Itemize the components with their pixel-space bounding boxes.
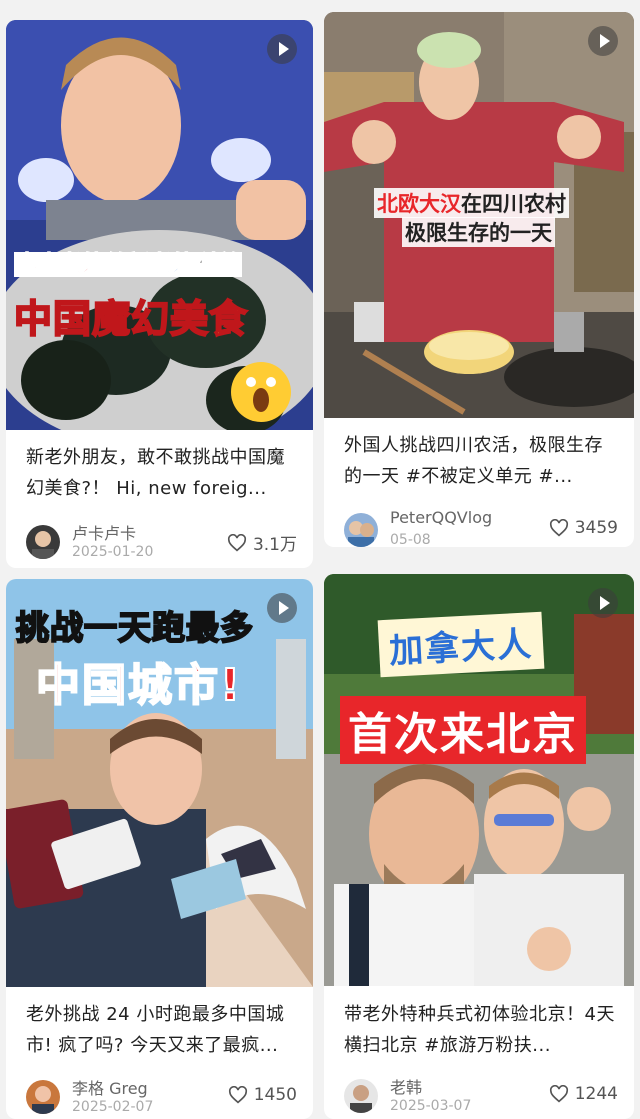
video-title[interactable]: 带老外特种兵式初体验北京！4天横扫北京 #旅游万粉扶... [344,999,618,1061]
author-name[interactable]: 李格 Greg [72,1075,148,1099]
play-icon[interactable] [267,34,297,64]
overlay-line-1: 加拿大人 [377,611,545,678]
play-icon[interactable] [267,593,297,623]
play-icon[interactable] [588,26,618,56]
avatar[interactable] [26,525,60,559]
overlay-line-2: 中国城市! [35,659,243,712]
like-button[interactable]: 3.1万 [227,530,297,555]
avatar[interactable] [344,513,378,547]
overlay-line-2: 首次来北京 [340,696,586,764]
avatar[interactable] [344,1079,378,1113]
post-date: 2025-01-20 [72,544,154,560]
author-row[interactable]: PeterQQVlog 05-08 3459 [344,508,618,547]
video-thumbnail[interactable]: 挑战一天跑最多 中国城市! [6,579,313,987]
video-card-3[interactable]: 挑战一天跑最多 中国城市! 老外挑战 24 小时跑最多中国城市! 疯了吗? 今天… [6,579,313,1119]
video-thumbnail[interactable]: 本土老外给新老外科普 中国魔幻美食 [6,20,313,430]
author-name[interactable]: 老韩 [390,1074,422,1098]
video-thumbnail[interactable]: 北欧大汉在四川农村 极限生存的一天 [324,12,634,418]
video-thumbnail[interactable]: 加拿大人 首次来北京 [324,574,634,986]
post-date: 2025-03-07 [390,1098,472,1114]
video-card-1[interactable]: 本土老外给新老外科普 中国魔幻美食 新老外朋友，敢不敢挑战中国魔幻美食?！ Hi… [6,20,313,568]
author-name[interactable]: PeterQQVlog [390,508,492,527]
overlay-line-2: 中国魔幻美食 [13,296,249,342]
author-row[interactable]: 老韩 2025-03-07 1244 [344,1074,618,1118]
heart-icon [549,1085,568,1103]
video-title[interactable]: 新老外朋友，敢不敢挑战中国魔幻美食?！ Hi, new foreig... [26,442,297,504]
overlay-line-1: 挑战一天跑最多 [15,607,254,648]
author-row[interactable]: 李格 Greg 2025-02-07 1450 [26,1075,297,1119]
like-count: 1244 [574,1084,618,1104]
like-button[interactable]: 3459 [549,518,618,538]
author-row[interactable]: 卢卡卢卡 2025-01-20 3.1万 [26,520,297,564]
overlay-line-1: 本土老外给新老外科普 [14,252,243,278]
post-date: 05-08 [390,532,431,547]
like-count: 3459 [574,518,618,538]
author-name[interactable]: 卢卡卢卡 [72,520,136,544]
like-button[interactable]: 1244 [549,1084,618,1104]
video-card-4[interactable]: 加拿大人 首次来北京 带老外特种兵式初体验北京！4天横扫北京 #旅游万粉扶...… [324,574,634,1119]
like-count: 1450 [253,1085,297,1105]
like-count: 3.1万 [252,535,297,555]
heart-icon [228,1086,247,1104]
overlay-line-2: 极限生存的一天 [402,217,555,247]
heart-icon [549,519,568,537]
post-date: 2025-02-07 [72,1099,154,1115]
video-title[interactable]: 老外挑战 24 小时跑最多中国城市! 疯了吗? 今天又来了最疯... [26,999,297,1061]
like-button[interactable]: 1450 [228,1085,297,1105]
video-card-2[interactable]: 北欧大汉在四川农村 极限生存的一天 外国人挑战四川农活，极限生存的一天 #不被定… [324,12,634,547]
heart-icon [227,533,246,551]
overlay-line-1: 北欧大汉在四川农村 [374,188,569,218]
play-icon[interactable] [588,588,618,618]
video-title[interactable]: 外国人挑战四川农活，极限生存的一天 #不被定义单元 #... [344,430,618,492]
